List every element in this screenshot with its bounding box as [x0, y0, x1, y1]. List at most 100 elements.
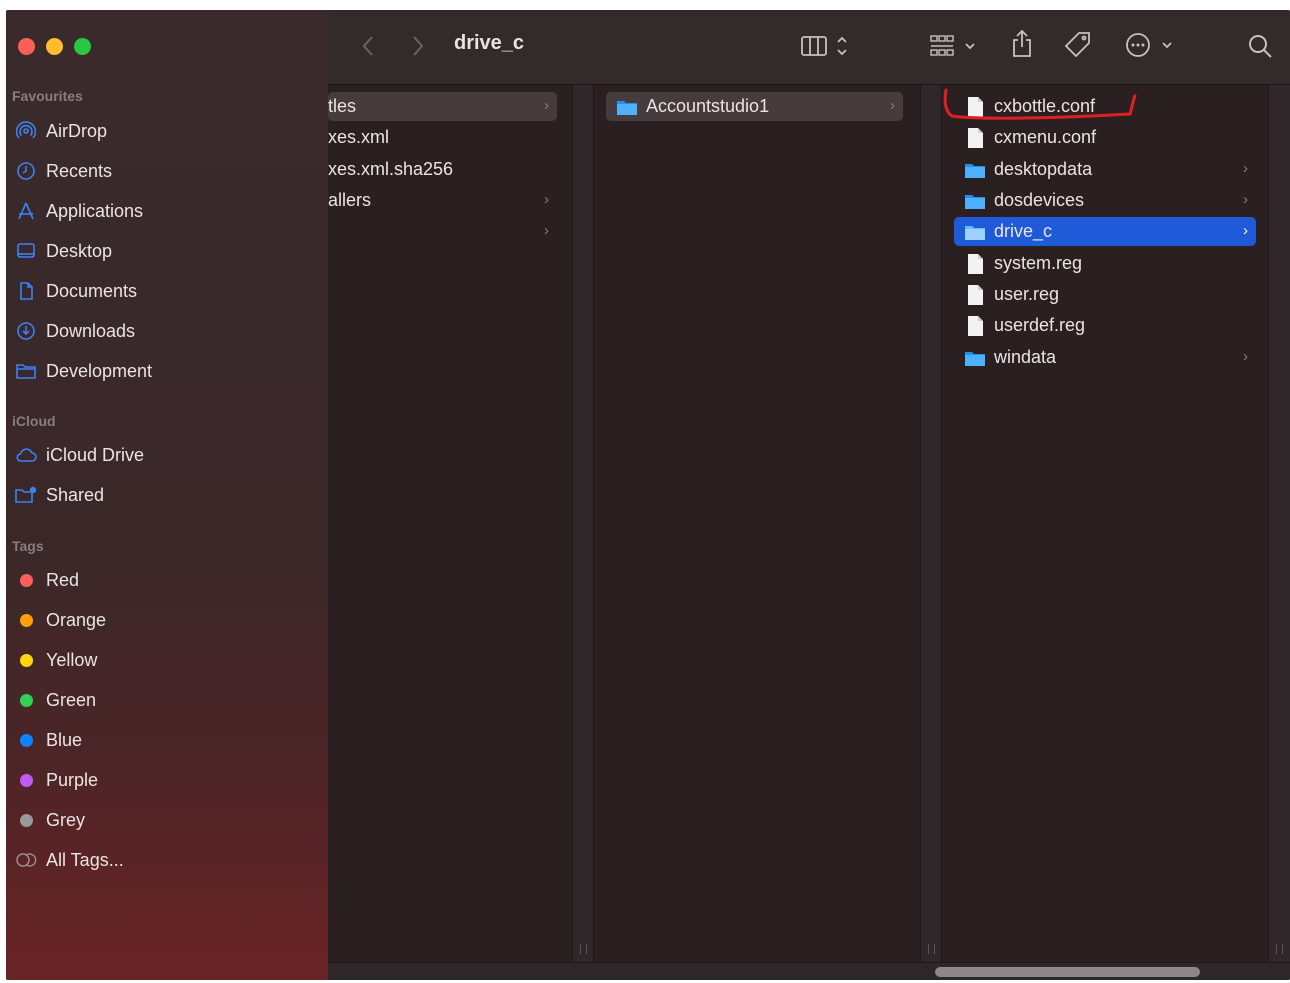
sidebar-item-downloads[interactable]: Downloads — [14, 316, 320, 346]
sidebar-item-label: Yellow — [46, 649, 98, 670]
list-item[interactable]: user.reg — [954, 280, 1256, 309]
sidebar-item-label: Development — [46, 360, 153, 381]
sidebar-item-label: Purple — [46, 769, 99, 790]
sidebar-tag-yellow[interactable]: Yellow — [14, 645, 320, 675]
columns-view-icon[interactable] — [798, 32, 858, 60]
scrollbar-thumb[interactable] — [935, 967, 1200, 977]
file-icon — [968, 127, 983, 148]
folder-icon — [617, 100, 637, 115]
sidebar-item-label: Desktop — [46, 240, 113, 261]
sidebar-tag-purple[interactable]: Purple — [14, 765, 320, 795]
sidebar-tag-grey[interactable]: Grey — [14, 805, 320, 835]
chevron-right-icon: › — [1243, 191, 1248, 208]
folder-icon — [965, 163, 985, 178]
tag-dot-icon — [19, 573, 33, 587]
file-icon — [968, 315, 983, 336]
list-item[interactable]: allers › — [328, 186, 557, 215]
item-name: windata — [994, 347, 1057, 367]
item-name: xes.xml.sha256 — [328, 159, 454, 179]
sidebar-item-development[interactable]: Development — [14, 356, 320, 386]
sidebar-item-label: Grey — [46, 809, 86, 830]
sidebar-item-label: Recents — [46, 160, 113, 181]
window-title: drive_c — [454, 32, 525, 54]
red-annotation-mark — [943, 88, 1137, 120]
horizontal-scrollbar[interactable] — [328, 962, 1290, 980]
document-icon — [14, 279, 38, 303]
desktop-icon — [14, 239, 38, 263]
zoom-button[interactable] — [74, 38, 91, 55]
folder-icon — [965, 225, 985, 240]
sidebar-tag-red[interactable]: Red — [14, 565, 320, 595]
list-item[interactable]: tles › — [328, 92, 557, 121]
file-icon — [968, 253, 983, 274]
chevron-right-icon[interactable] — [406, 32, 430, 60]
folder-icon — [14, 359, 38, 383]
list-item[interactable]: Accountstudio1 › — [606, 92, 903, 121]
sidebar-all-tags[interactable]: All Tags... — [14, 845, 320, 875]
grid-group-icon[interactable] — [928, 32, 984, 60]
item-name: cxmenu.conf — [994, 127, 1097, 147]
clock-icon — [14, 159, 38, 183]
item-name: xes.xml — [328, 127, 390, 147]
item-name: userdef.reg — [994, 315, 1086, 335]
folder-icon — [965, 351, 985, 366]
sidebar-item-label: Orange — [46, 609, 107, 630]
list-item[interactable]: xes.xml — [328, 123, 557, 152]
sidebar-item-applications[interactable]: Applications — [14, 196, 320, 226]
item-name: allers — [328, 190, 372, 210]
list-item[interactable]: › — [328, 217, 557, 246]
column-1: tles › xes.xml xes.xml.sha256 allers › › — [328, 85, 572, 962]
chevron-right-icon: › — [544, 97, 549, 114]
sidebar-tag-green[interactable]: Green — [14, 685, 320, 715]
sidebar-item-label: AirDrop — [46, 120, 108, 141]
list-item[interactable]: xes.xml.sha256 — [328, 155, 557, 184]
traffic-lights — [18, 38, 91, 55]
chevron-right-icon: › — [544, 222, 549, 239]
tag-dot-icon — [19, 813, 33, 827]
sidebar-item-icloud-drive[interactable]: iCloud Drive — [14, 440, 320, 470]
sidebar-item-documents[interactable]: Documents — [14, 276, 320, 306]
item-name: desktopdata — [994, 159, 1093, 179]
sidebar-item-recents[interactable]: Recents — [14, 156, 320, 186]
list-item-selected[interactable]: drive_c › — [954, 217, 1256, 246]
list-item[interactable]: desktopdata › — [954, 155, 1256, 184]
list-item[interactable]: userdef.reg — [954, 311, 1256, 340]
minimize-button[interactable] — [46, 38, 63, 55]
list-item[interactable]: windata › — [954, 343, 1256, 372]
item-name: dosdevices — [994, 190, 1085, 210]
sidebar-item-airdrop[interactable]: AirDrop — [14, 116, 320, 146]
folder-icon — [965, 194, 985, 209]
sidebar-item-label: Blue — [46, 729, 83, 750]
column-browser: tles › xes.xml xes.xml.sha256 allers › › — [328, 85, 1290, 962]
list-item[interactable]: system.reg — [954, 249, 1256, 278]
column-resize-handle[interactable] — [920, 85, 942, 962]
item-name: drive_c — [994, 221, 1053, 241]
applications-icon — [14, 199, 38, 223]
chevron-left-icon[interactable] — [356, 32, 380, 60]
list-item[interactable]: dosdevices › — [954, 186, 1256, 215]
tag-dot-icon — [19, 733, 33, 747]
sidebar-tag-orange[interactable]: Orange — [14, 605, 320, 635]
tag-icon[interactable] — [1062, 30, 1094, 60]
sidebar-item-label: Downloads — [46, 320, 136, 341]
all-tags-icon — [14, 848, 38, 872]
download-icon — [14, 319, 38, 343]
share-icon[interactable] — [1008, 28, 1036, 60]
sidebar-tag-blue[interactable]: Blue — [14, 725, 320, 755]
close-button[interactable] — [18, 38, 35, 55]
ellipsis-circle-icon[interactable] — [1123, 30, 1179, 60]
column-resize-handle[interactable] — [1268, 85, 1290, 962]
tag-dot-icon — [19, 693, 33, 707]
sidebar-item-desktop[interactable]: Desktop — [14, 236, 320, 266]
item-name: system.reg — [994, 253, 1083, 273]
shared-folder-icon — [14, 483, 38, 507]
sidebar-item-label: Red — [46, 569, 80, 590]
sidebar: Favourites AirDrop Recents Applications … — [6, 10, 328, 980]
file-icon — [968, 284, 983, 305]
chevron-right-icon: › — [890, 97, 895, 114]
column-resize-handle[interactable] — [572, 85, 594, 962]
search-icon[interactable] — [1246, 32, 1274, 60]
icloud-section-title: iCloud — [12, 413, 56, 429]
sidebar-item-label: All Tags... — [46, 849, 124, 870]
sidebar-item-shared[interactable]: Shared — [14, 480, 320, 510]
